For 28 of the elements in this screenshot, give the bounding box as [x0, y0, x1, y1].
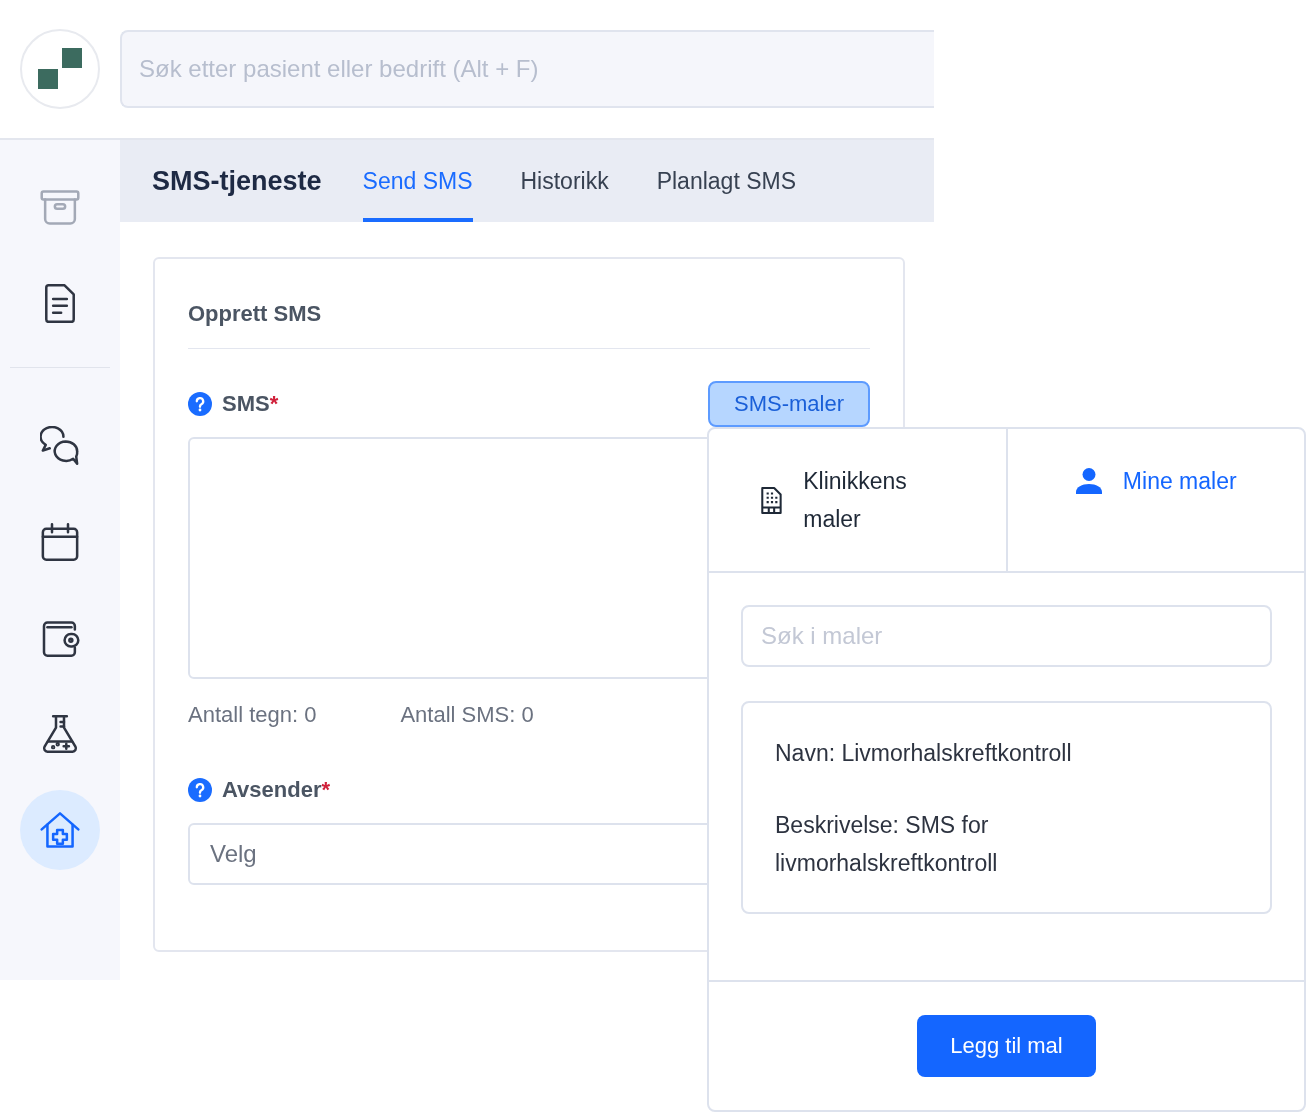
template-card[interactable]: Navn: Livmorhalskreftkontroll Beskrivelse: SMS for livmorhalskreftkontroll: [741, 701, 1272, 914]
field-label: SMS*: [222, 391, 279, 417]
search-field[interactable]: Søk etter pasient eller bedrift (Alt + F): [120, 30, 934, 108]
help-icon[interactable]: [188, 392, 212, 416]
header-tab[interactable]: Send SMS: [362, 140, 473, 222]
template-search-field[interactable]: Søk i maler: [741, 605, 1272, 667]
counter-text: Antall tegn: 0: [188, 702, 317, 728]
archive-box-icon: [40, 187, 80, 227]
popover-tab[interactable]: Mine maler: [1005, 429, 1304, 571]
logo-icon: [20, 29, 100, 109]
house-plus-icon: [40, 810, 80, 850]
wallet-icon: [40, 618, 80, 658]
header-tab[interactable]: Historikk: [520, 140, 609, 222]
help-icon[interactable]: [188, 778, 212, 802]
page-title: SMS-tjeneste: [152, 165, 322, 197]
popover-tab[interactable]: Klinikkens maler: [709, 429, 1006, 571]
header-tab[interactable]: Planlagt SMS: [656, 140, 797, 222]
counter-text: Antall SMS: 0: [400, 702, 534, 728]
template-name: Navn: Livmorhalskreftkontroll: [775, 739, 1073, 768]
form-title: Opprett SMS: [188, 300, 323, 328]
templates-button[interactable]: SMS-maler: [708, 381, 870, 427]
chat-bubbles-icon: [40, 426, 80, 466]
add-template-button[interactable]: Legg til mal: [917, 1015, 1096, 1077]
building-icon: [761, 486, 784, 514]
flask-icon: [40, 714, 80, 754]
calendar-icon: [40, 522, 80, 562]
field-label: Avsender*: [222, 777, 330, 803]
person-icon: [1074, 468, 1103, 494]
